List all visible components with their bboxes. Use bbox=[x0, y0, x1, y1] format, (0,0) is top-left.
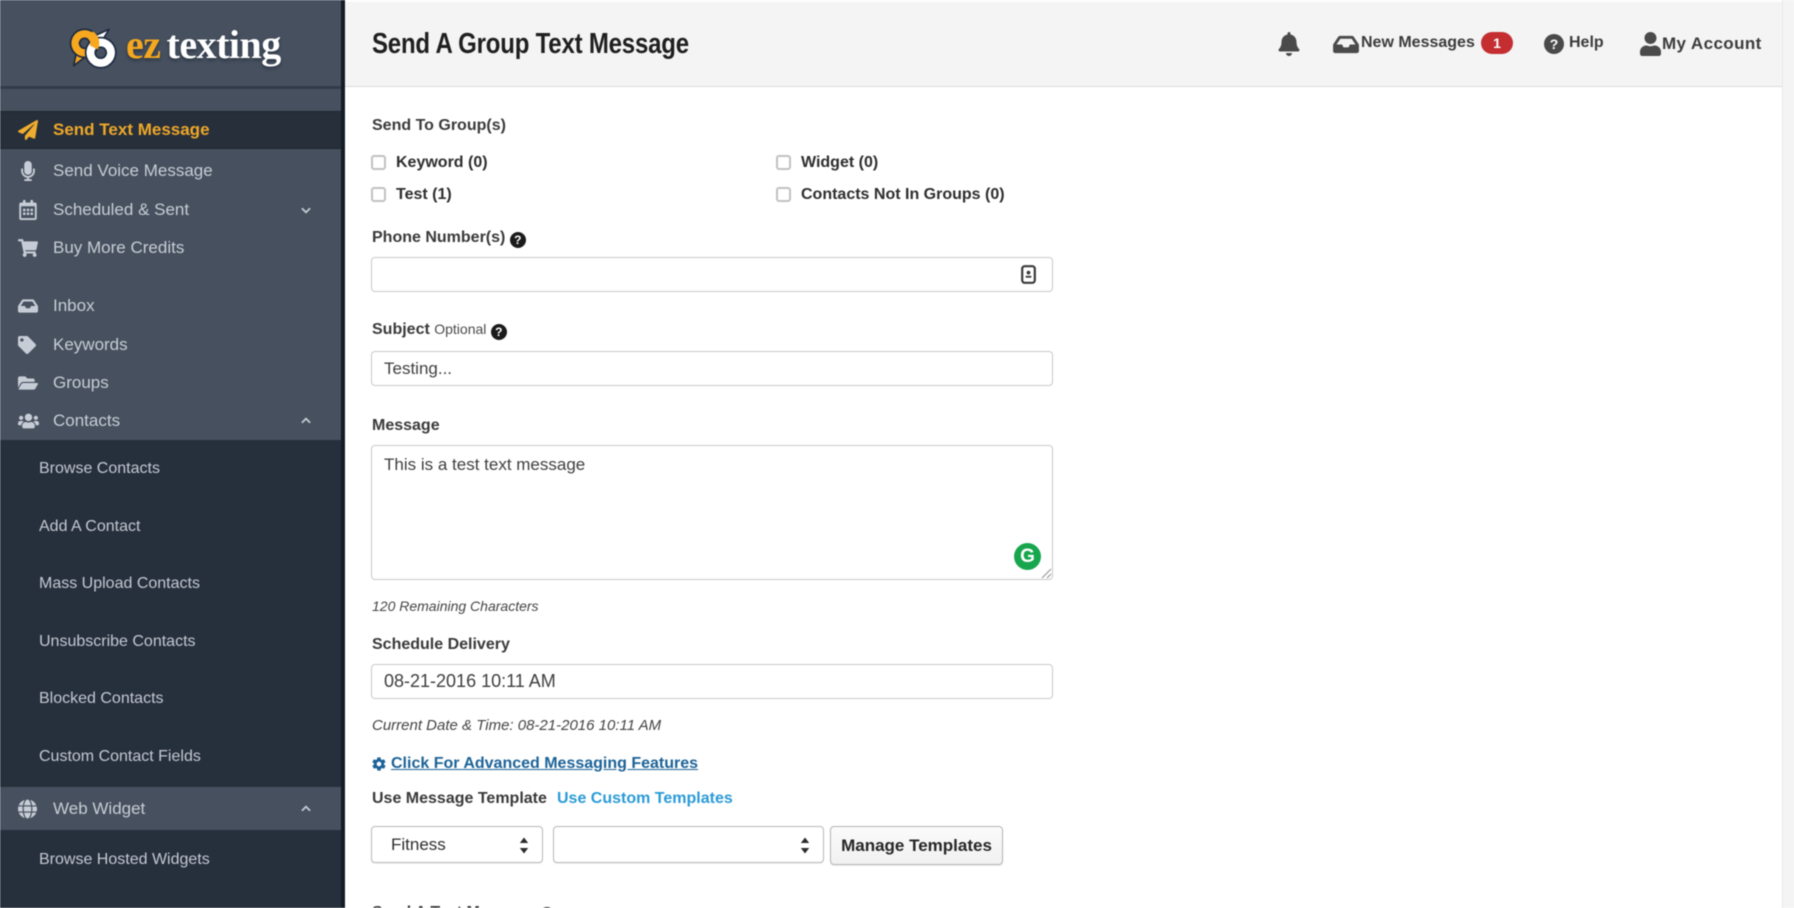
svg-text:?: ? bbox=[1550, 36, 1559, 52]
